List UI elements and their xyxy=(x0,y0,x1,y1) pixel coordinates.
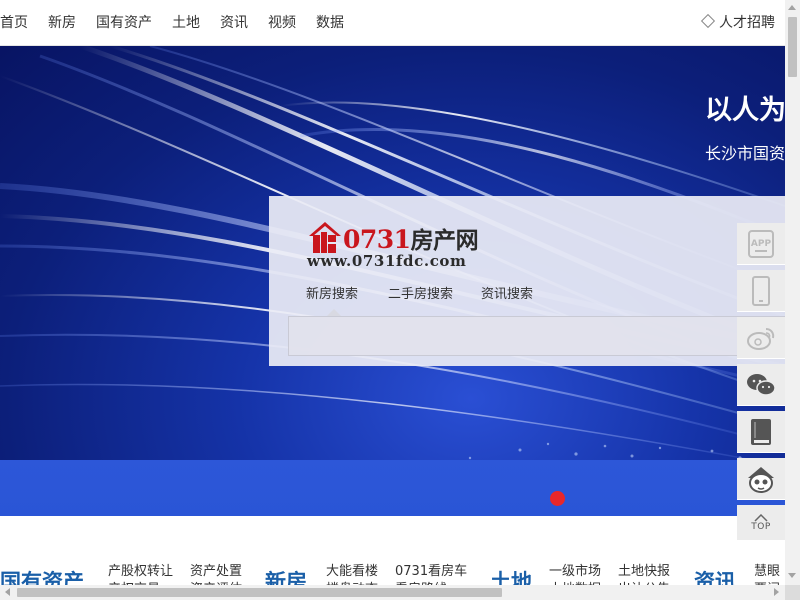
search-input[interactable] xyxy=(288,316,785,356)
logo-cn: 房产网 xyxy=(410,227,479,254)
mobile-site-button[interactable] xyxy=(737,270,785,312)
nav-data[interactable]: 数据 xyxy=(316,14,344,32)
scroll-left-arrow-icon[interactable] xyxy=(5,588,10,596)
link-land-news[interactable]: 土地快报 xyxy=(618,560,670,579)
logo-number: 0731 xyxy=(343,225,411,254)
diamond-icon xyxy=(700,13,716,29)
scroll-up-arrow-icon[interactable] xyxy=(788,5,796,10)
nav-state-assets[interactable]: 国有资产 xyxy=(96,14,152,32)
link-equity-transfer[interactable]: 产股权转让 xyxy=(108,560,173,579)
house-logo-icon xyxy=(309,222,341,253)
chevron-up-icon xyxy=(754,513,768,522)
weibo-icon xyxy=(747,327,775,350)
banner-slogan: 以人为 xyxy=(705,95,785,126)
app-icon: APP xyxy=(748,229,774,258)
book-icon xyxy=(751,418,771,445)
back-to-top-button[interactable]: TOP xyxy=(737,505,785,541)
scrollbar-corner xyxy=(785,585,800,600)
nav-land[interactable]: 土地 xyxy=(172,14,200,32)
tab-news-search[interactable]: 资讯搜索 xyxy=(481,283,533,302)
link-asset-disposal[interactable]: 资产处置 xyxy=(190,560,242,579)
top-label: TOP xyxy=(751,521,771,532)
mascot-icon xyxy=(748,466,774,493)
talent-label: 人才招聘 xyxy=(719,15,775,31)
horizontal-scrollbar[interactable] xyxy=(0,585,785,600)
talent-recruitment-link[interactable]: 人才招聘 xyxy=(700,13,775,32)
link-primary-market[interactable]: 一级市场 xyxy=(549,560,601,579)
link-home-viewing[interactable]: 大能看楼 xyxy=(326,560,378,579)
mascot-button[interactable] xyxy=(737,458,785,500)
search-panel: 0731房产网 www.0731fdc.com 新房搜索 二手房搜索 资讯搜索 xyxy=(269,196,785,366)
scroll-right-arrow-icon[interactable] xyxy=(774,588,779,596)
wechat-button[interactable] xyxy=(737,364,785,406)
weibo-button[interactable] xyxy=(737,317,785,359)
app-download-button[interactable]: APP xyxy=(737,223,785,265)
active-tab-caret xyxy=(327,309,341,316)
scroll-down-arrow-icon[interactable] xyxy=(788,573,796,578)
svg-text:APP: APP xyxy=(751,239,772,249)
logo-wordmark: 0731房产网 xyxy=(343,221,479,255)
tab-new-home-search[interactable]: 新房搜索 xyxy=(306,283,358,302)
nav-video[interactable]: 视频 xyxy=(268,14,296,32)
banner-slogan-sub: 长沙市国资 xyxy=(705,144,785,163)
vertical-scroll-thumb[interactable] xyxy=(788,17,797,77)
wechat-icon xyxy=(747,373,776,396)
magazine-button[interactable] xyxy=(737,411,785,453)
horizontal-scroll-thumb[interactable] xyxy=(17,588,502,597)
top-navigation: 首页 新房 国有资产 土地 资讯 视频 数据 人才招聘 xyxy=(0,0,785,46)
phone-icon xyxy=(752,275,770,306)
link-0731-tour-bus[interactable]: 0731看房车 xyxy=(395,560,467,579)
slide-indicator-dot[interactable] xyxy=(550,491,565,506)
vertical-scrollbar[interactable] xyxy=(785,0,800,585)
banner-floor xyxy=(0,460,785,516)
logo-url: www.0731fdc.com xyxy=(307,252,467,270)
link-insight[interactable]: 慧眼 xyxy=(754,560,780,579)
nav-home[interactable]: 首页 xyxy=(0,14,28,32)
tab-second-hand-search[interactable]: 二手房搜索 xyxy=(388,283,453,302)
nav-new-homes[interactable]: 新房 xyxy=(48,14,76,32)
nav-news[interactable]: 资讯 xyxy=(220,14,248,32)
